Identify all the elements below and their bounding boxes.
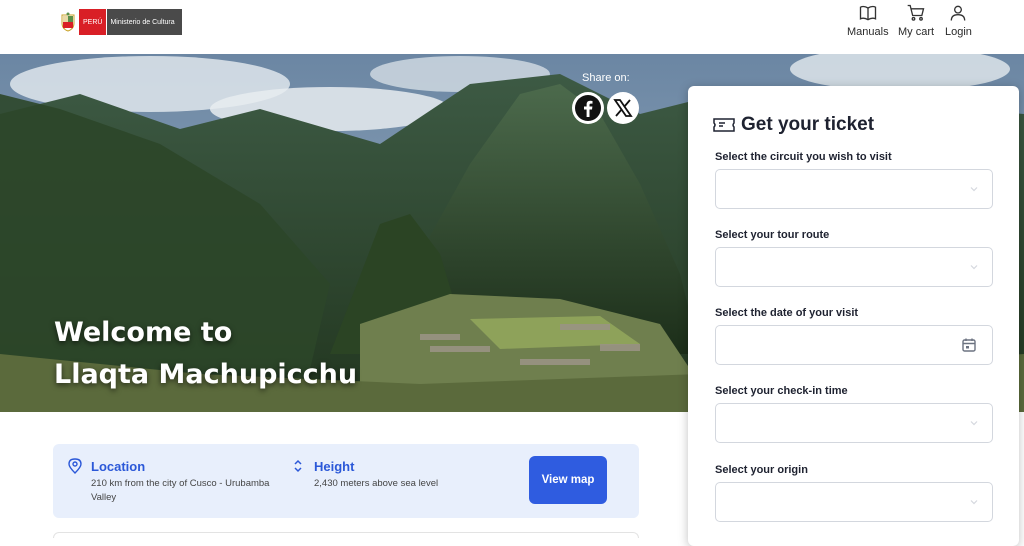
logo-country: PERÚ [79,9,107,35]
location-pin-icon [68,458,82,474]
up-down-arrows-icon [294,459,302,473]
origin-label: Select your origin [715,464,808,476]
location-desc: 210 km from the city of Cusco - Urubamba… [91,478,270,503]
next-section-edge [53,532,639,538]
location-title: Location [91,459,146,474]
hero-title-line1: Welcome to [54,317,233,348]
calendar-icon[interactable] [961,337,977,353]
height-title: Height [314,459,355,474]
nav-login-label: Login [945,26,972,38]
user-icon [951,5,966,21]
date-picker[interactable] [715,325,993,365]
hero-title: Welcome to Llaqta Machupicchu [54,312,357,396]
logo-ministry: Ministerio de Cultura [106,9,183,35]
site-header: PERÚ Ministerio de Cultura Manuals My ca… [0,0,1024,54]
chevron-down-icon [970,265,978,270]
chevron-down-icon [970,500,978,505]
circuit-label: Select the circuit you wish to visit [715,151,892,163]
nav-cart-label: My cart [898,26,935,38]
ministry-logo[interactable]: PERÚ Ministerio de Cultura [57,9,183,35]
facebook-icon [575,95,601,121]
x-icon [613,99,633,117]
chevron-down-icon [970,187,978,192]
ticket-panel: Get your ticket Select the circuit you w… [688,86,1019,546]
site-info-card: Location 210 km from the city of Cusco -… [53,444,639,518]
ticket-header: Get your ticket [713,114,874,136]
route-label: Select your tour route [715,229,830,241]
chevron-down-icon [970,421,978,426]
cart-icon [907,4,925,21]
height-desc: 2,430 meters above sea level [314,478,439,489]
ticket-title: Get your ticket [741,114,875,135]
ticket-icon [713,118,735,132]
circuit-select[interactable] [715,169,993,209]
view-map-button[interactable]: View map [529,456,607,504]
share-label: Share on: [582,72,630,84]
share-facebook-button[interactable] [572,92,604,124]
nav-login[interactable]: Login [945,3,972,38]
origin-select[interactable] [715,482,993,522]
date-label: Select the date of your visit [715,307,859,319]
checkin-select[interactable] [715,403,993,443]
book-icon [859,5,876,21]
route-select[interactable] [715,247,993,287]
share-x-button[interactable] [607,92,639,124]
nav-cart[interactable]: My cart [898,3,934,38]
nav-manuals[interactable]: Manuals [847,3,889,38]
checkin-label: Select your check-in time [715,385,848,397]
nav-manuals-label: Manuals [847,26,889,38]
hero-title-line2: Llaqta Machupicchu [54,359,358,390]
coat-of-arms-icon [57,9,79,35]
